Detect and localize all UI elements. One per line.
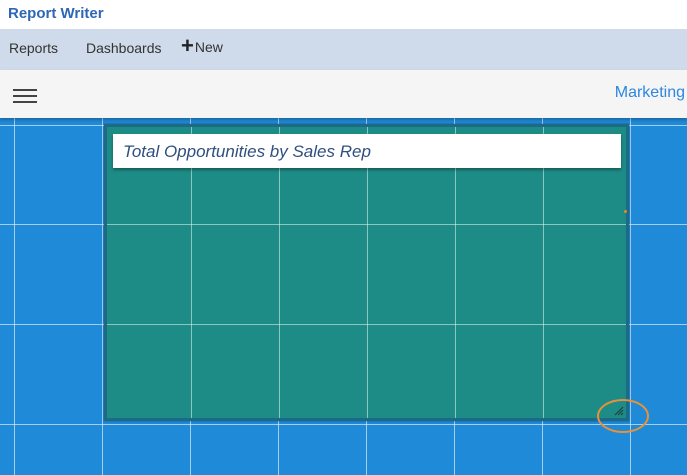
widget-edge-marker xyxy=(624,210,627,213)
grid-line xyxy=(0,424,687,425)
dashboard-name[interactable]: Marketing xyxy=(615,84,685,102)
widget-grid-line xyxy=(455,127,456,418)
hamburger-icon[interactable] xyxy=(13,89,37,105)
widget-title-bar[interactable]: Total Opportunities by Sales Rep xyxy=(113,134,621,168)
new-label: New xyxy=(194,39,223,55)
grid-line xyxy=(14,118,15,475)
widget-grid-line xyxy=(107,224,626,225)
dashboard-widget[interactable]: Total Opportunities by Sales Rep xyxy=(104,124,629,421)
widget-grid-line xyxy=(279,127,280,418)
widget-grid-line xyxy=(543,127,544,418)
grid-line xyxy=(102,118,103,475)
dashboard-canvas[interactable]: Total Opportunities by Sales Rep xyxy=(0,118,687,475)
widget-title: Total Opportunities by Sales Rep xyxy=(123,142,371,161)
widget-grid-line xyxy=(107,324,626,325)
menu-reports[interactable]: Reports xyxy=(9,40,58,56)
title-bar: Report Writer xyxy=(0,0,687,29)
menu-dashboards[interactable]: Dashboards xyxy=(86,40,162,56)
toolbar: Marketing xyxy=(0,70,687,118)
plus-icon: + xyxy=(181,33,194,58)
widget-grid-line xyxy=(367,127,368,418)
menu-new-button[interactable]: + New xyxy=(181,33,223,58)
highlight-annotation xyxy=(597,399,649,433)
menu-bar: Reports Dashboards + New xyxy=(0,29,687,80)
app-title: Report Writer xyxy=(8,5,104,22)
widget-grid-line xyxy=(191,127,192,418)
